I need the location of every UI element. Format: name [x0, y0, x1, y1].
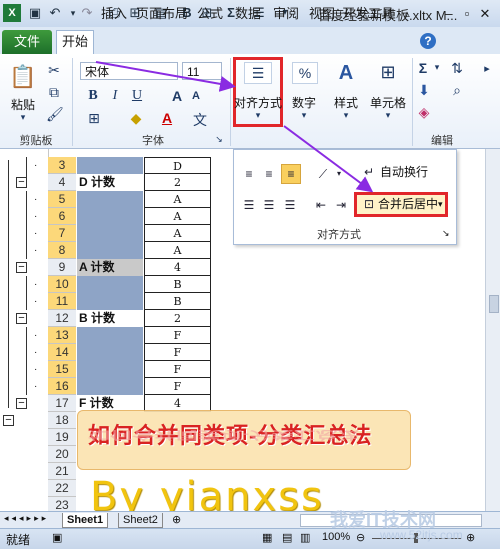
page-break-view-icon[interactable]: ▥	[300, 531, 310, 544]
macro-record-icon[interactable]: ▣	[52, 531, 62, 544]
status-ready: 就绪	[6, 533, 31, 547]
banner-title-reflection: 如何合并同类项-分类汇总法	[88, 429, 360, 442]
site-watermark-url: www.52itjs.com	[380, 528, 463, 542]
zoom-level[interactable]: 100%	[322, 531, 350, 543]
sheet-tab-sheet1[interactable]: Sheet1	[62, 513, 109, 528]
sheet-tab-sheet2[interactable]: Sheet2	[118, 513, 163, 528]
arrow-to-merge	[283, 125, 374, 193]
page-layout-view-icon[interactable]: ▤	[282, 531, 292, 544]
zoom-out-icon[interactable]: ⊖	[356, 531, 365, 544]
sheet-nav-icons[interactable]: ◂◂◂▸▸▸	[4, 513, 49, 524]
zoom-in-icon[interactable]: ⊕	[466, 531, 475, 544]
arrow-to-alignment	[95, 61, 236, 92]
normal-view-icon[interactable]: ▦	[262, 531, 272, 544]
new-sheet-icon[interactable]: ⊕	[172, 513, 181, 526]
